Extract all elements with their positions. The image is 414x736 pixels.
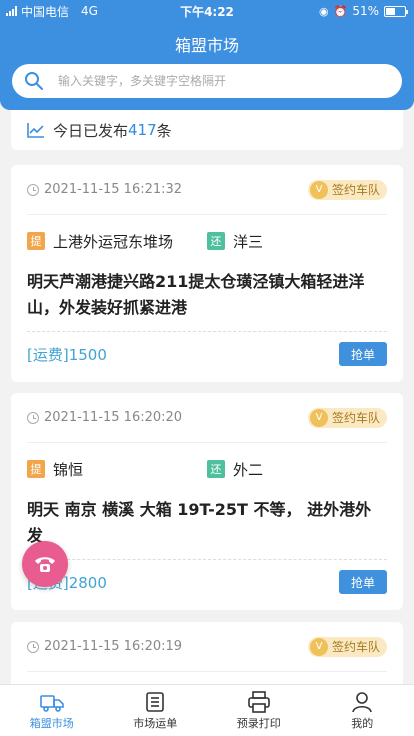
contracted-fleet-badge: V 签约车队 — [307, 636, 387, 657]
trend-chart-icon — [27, 123, 44, 138]
search-icon — [25, 72, 43, 90]
order-description: 明天 南京 横溪 大箱 19T-25T 不等， 进外港外发 — [27, 497, 387, 560]
battery-icon — [384, 5, 408, 17]
order-description: 明天芦潮港捷兴路211提太仓璜泾镇大箱轻进洋山，外发装好抓紧进港 — [27, 269, 387, 332]
page-title: 箱盟市场 — [174, 36, 239, 55]
truck-icon — [39, 694, 64, 712]
badge-label: 签约车队 — [331, 411, 380, 425]
alarm-icon: ⏰ — [333, 4, 348, 18]
grab-order-button[interactable]: 抢单 — [339, 570, 387, 594]
tab-label: 预录打印 — [236, 716, 281, 730]
badge-label: 签约车队 — [331, 183, 380, 197]
status-bar: 中国电信 4G 下午4:22 ◉ ⏰ 51% — [0, 0, 414, 22]
lock-rotation-icon: ◉ — [319, 4, 329, 18]
printer-icon — [247, 690, 270, 713]
freight-fee: [运费]1500 — [27, 345, 107, 364]
tab-me[interactable]: 我的 — [311, 685, 414, 736]
phone-icon — [35, 557, 55, 572]
tab-label: 我的 — [351, 716, 374, 730]
grab-order-button[interactable]: 抢单 — [339, 342, 387, 366]
battery-percent: 51% — [352, 4, 379, 18]
clock-icon — [27, 411, 39, 424]
route: 提锦恒 还外二 — [27, 457, 387, 481]
return-location: 洋三 — [233, 232, 264, 251]
order-list[interactable]: 今日已发布 417 条 2021-11-15 16:21:32 V 签约车队 提上港外… — [0, 110, 414, 684]
pickup-location: 上港外运冠东堆场 — [53, 232, 174, 251]
return-location: 外二 — [233, 460, 264, 479]
search-input[interactable] — [58, 74, 358, 88]
header: 箱盟市场 — [0, 22, 414, 110]
tab-label: 箱盟市场 — [29, 716, 74, 730]
contracted-fleet-badge: V 签约车队 — [307, 407, 387, 428]
contracted-fleet-badge: V 签约车队 — [307, 179, 387, 200]
medal-icon: V — [309, 408, 328, 427]
order-time: 2021-11-15 16:20:19 — [44, 639, 183, 654]
order-time: 2021-11-15 16:20:20 — [44, 410, 183, 425]
today-suffix: 条 — [156, 121, 172, 140]
order-card[interactable]: 2021-11-15 16:20:19 V 签约车队 — [11, 622, 403, 684]
tab-label: 市场运单 — [133, 716, 178, 730]
tab-market[interactable]: 箱盟市场 — [0, 685, 104, 736]
order-card[interactable]: 2021-11-15 16:21:32 V 签约车队 提上港外运冠东堆场 还洋三 … — [11, 165, 403, 382]
list-icon — [146, 691, 165, 712]
today-prefix: 今日已发布 — [53, 121, 129, 140]
medal-icon: V — [309, 180, 328, 199]
tab-bar: 箱盟市场 市场运单 预录打印 我的 — [0, 684, 414, 736]
badge-label: 签约车队 — [331, 640, 380, 654]
pickup-tag: 提 — [27, 232, 45, 250]
clock-icon — [27, 183, 39, 196]
today-published-banner: 今日已发布 417 条 — [11, 110, 403, 150]
today-count: 417 — [128, 121, 157, 139]
order-time: 2021-11-15 16:21:32 — [44, 182, 183, 197]
return-tag: 还 — [207, 460, 225, 478]
search-bar[interactable] — [12, 64, 402, 98]
clock-icon — [27, 640, 39, 653]
pickup-location: 锦恒 — [53, 460, 84, 479]
user-icon — [352, 691, 373, 712]
return-tag: 还 — [207, 232, 225, 250]
pickup-tag: 提 — [27, 460, 45, 478]
tab-market-waybills[interactable]: 市场运单 — [104, 685, 208, 736]
order-card[interactable]: 2021-11-15 16:20:20 V 签约车队 提锦恒 还外二 明天 南京 … — [11, 393, 403, 610]
medal-icon: V — [309, 637, 328, 656]
route: 提上港外运冠东堆场 还洋三 — [27, 229, 387, 253]
tab-pre-record-print[interactable]: 预录打印 — [207, 685, 311, 736]
call-button[interactable] — [22, 541, 68, 587]
